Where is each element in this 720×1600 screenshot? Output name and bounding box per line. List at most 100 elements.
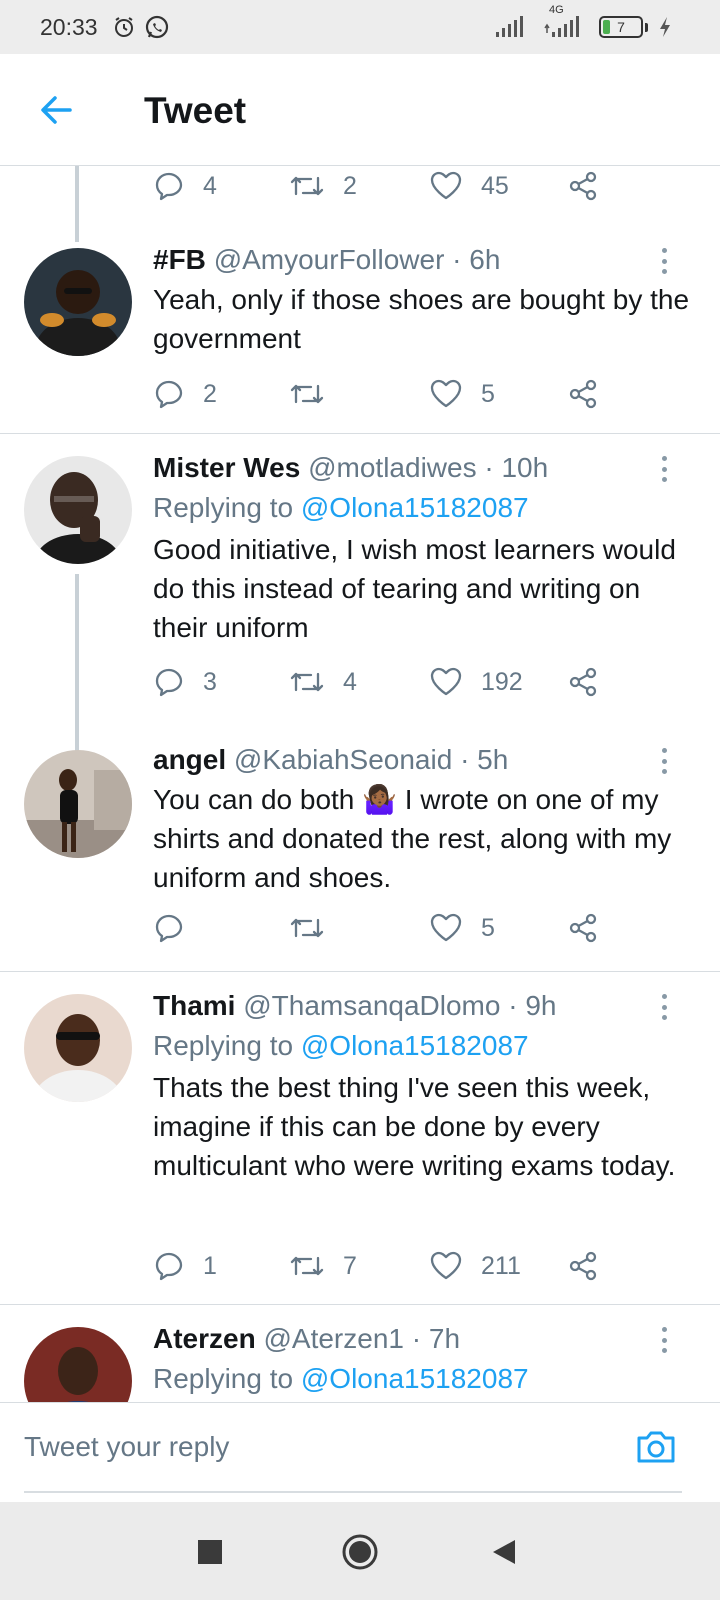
tweet-item[interactable]: angel @KabiahSeonaid · 5h You can do bot… [0, 726, 720, 971]
battery-level: 7 [617, 19, 625, 35]
display-name[interactable]: angel [153, 744, 226, 775]
tweet-text: Thats the best thing I've seen this week… [153, 1072, 676, 1181]
retweet-button[interactable] [289, 374, 343, 414]
signal-4g-icon: 4G [543, 4, 581, 38]
reply-input[interactable] [24, 1417, 624, 1477]
more-options-icon[interactable] [654, 1323, 674, 1357]
avatar[interactable] [24, 994, 132, 1102]
replies-timeline[interactable]: 4 2 45 #FB @AmyourFollower · 6h Yeah, on… [0, 166, 720, 1402]
heart-icon [430, 913, 462, 942]
tweet-item[interactable]: #FB @AmyourFollower · 6h Yeah, only if t… [0, 166, 720, 433]
tweet-header: angel @KabiahSeonaid · 5h [153, 744, 508, 776]
replying-label: Replying to [153, 1030, 294, 1061]
like-button[interactable]: 5 [429, 374, 495, 414]
tweet-time: · 10h [484, 452, 549, 483]
share-icon [569, 379, 597, 409]
avatar[interactable] [24, 1327, 132, 1402]
share-icon [569, 913, 597, 943]
like-button[interactable]: 5 [429, 908, 495, 948]
back-button[interactable] [36, 90, 76, 130]
circle-home-icon [342, 1534, 378, 1570]
more-options-icon[interactable] [654, 990, 674, 1024]
username[interactable]: @Aterzen1 [263, 1323, 404, 1354]
share-icon [569, 1251, 597, 1281]
avatar[interactable] [24, 456, 132, 564]
replying-handle[interactable]: @Olona15182087 [301, 1030, 529, 1061]
avatar[interactable] [24, 248, 132, 356]
tweet-item[interactable]: Mister Wes @motladiwes · 10h Replying to… [0, 434, 720, 726]
replying-label: Replying to [153, 492, 294, 523]
more-options-icon[interactable] [654, 452, 674, 486]
arrow-left-icon [41, 96, 72, 124]
retweet-icon [290, 918, 324, 938]
system-nav-bar [0, 1502, 720, 1600]
charging-icon [658, 16, 672, 38]
tweet-text: Good initiative, I wish most learners wo… [153, 534, 676, 643]
username[interactable]: @AmyourFollower [214, 244, 445, 275]
retweet-icon [290, 672, 324, 692]
tweet-text: You can do both 🤷🏾‍♀️ I wrote on one of … [153, 784, 672, 893]
like-count: 5 [481, 913, 495, 942]
signal-icon [495, 16, 525, 38]
retweet-count: 4 [343, 667, 357, 696]
display-name[interactable]: Thami [153, 990, 235, 1021]
retweet-count: 7 [343, 1251, 357, 1280]
battery-icon: 7 [599, 16, 643, 38]
triangle-back-icon [493, 1540, 515, 1564]
camera-button[interactable] [634, 1425, 678, 1469]
display-name[interactable]: Aterzen [153, 1323, 256, 1354]
reply-button[interactable] [153, 908, 203, 948]
like-count: 5 [481, 379, 495, 408]
replying-handle[interactable]: @Olona15182087 [301, 492, 529, 523]
replying-handle[interactable]: @Olona15182087 [301, 1363, 529, 1394]
share-button[interactable] [567, 908, 599, 948]
reply-count: 2 [203, 379, 217, 408]
replying-to: Replying to @Olona15182087 [153, 492, 529, 524]
heart-icon [430, 379, 462, 408]
username[interactable]: @ThamsanqaDlomo [243, 990, 500, 1021]
share-button[interactable] [567, 662, 599, 702]
more-options-icon[interactable] [654, 744, 674, 778]
camera-icon [637, 1431, 675, 1463]
replying-label: Replying to [153, 1363, 294, 1394]
tweet-header: #FB @AmyourFollower · 6h [153, 244, 500, 276]
username[interactable]: @motladiwes [308, 452, 476, 483]
reply-button[interactable]: 3 [153, 662, 217, 702]
whatsapp-icon [144, 14, 170, 40]
share-button[interactable] [567, 1246, 599, 1286]
retweet-button[interactable] [289, 908, 343, 948]
recents-button[interactable] [186, 1528, 234, 1576]
share-button[interactable] [567, 374, 599, 414]
tweet-item[interactable]: Thami @ThamsanqaDlomo · 9h Replying to @… [0, 972, 720, 1304]
reply-icon [155, 914, 183, 943]
reply-count: 1 [203, 1251, 217, 1280]
display-name[interactable]: Mister Wes [153, 452, 300, 483]
tweet-actions: 2 5 [153, 374, 633, 414]
like-button[interactable]: 192 [429, 662, 523, 702]
display-name[interactable]: #FB [153, 244, 206, 275]
reply-underline [24, 1491, 682, 1493]
retweet-button[interactable]: 4 [289, 662, 357, 702]
tweet-item[interactable]: Aterzen @Aterzen1 · 7h Replying to @Olon… [0, 1305, 720, 1402]
tweet-actions: 3 4 192 [153, 662, 633, 702]
heart-icon [430, 667, 462, 696]
avatar[interactable] [24, 750, 132, 858]
replying-to: Replying to @Olona15182087 [153, 1030, 529, 1062]
reply-button[interactable]: 2 [153, 374, 217, 414]
tweet-header: Mister Wes @motladiwes · 10h [153, 452, 548, 484]
reply-composer [0, 1402, 720, 1502]
reply-button[interactable]: 1 [153, 1246, 217, 1286]
like-count: 211 [481, 1251, 521, 1280]
alarm-icon [112, 15, 136, 39]
home-button[interactable] [336, 1528, 384, 1576]
more-options-icon[interactable] [654, 244, 674, 278]
like-button[interactable]: 211 [429, 1246, 521, 1286]
retweet-icon [290, 1256, 324, 1276]
tweet-header: Aterzen @Aterzen1 · 7h [153, 1323, 460, 1355]
status-bar: 20:33 4G 7 [0, 0, 720, 54]
tweet-actions: 5 [153, 908, 633, 948]
back-nav-button[interactable] [480, 1528, 528, 1576]
username[interactable]: @KabiahSeonaid [234, 744, 452, 775]
retweet-button[interactable]: 7 [289, 1246, 357, 1286]
network-label: 4G [549, 4, 564, 16]
